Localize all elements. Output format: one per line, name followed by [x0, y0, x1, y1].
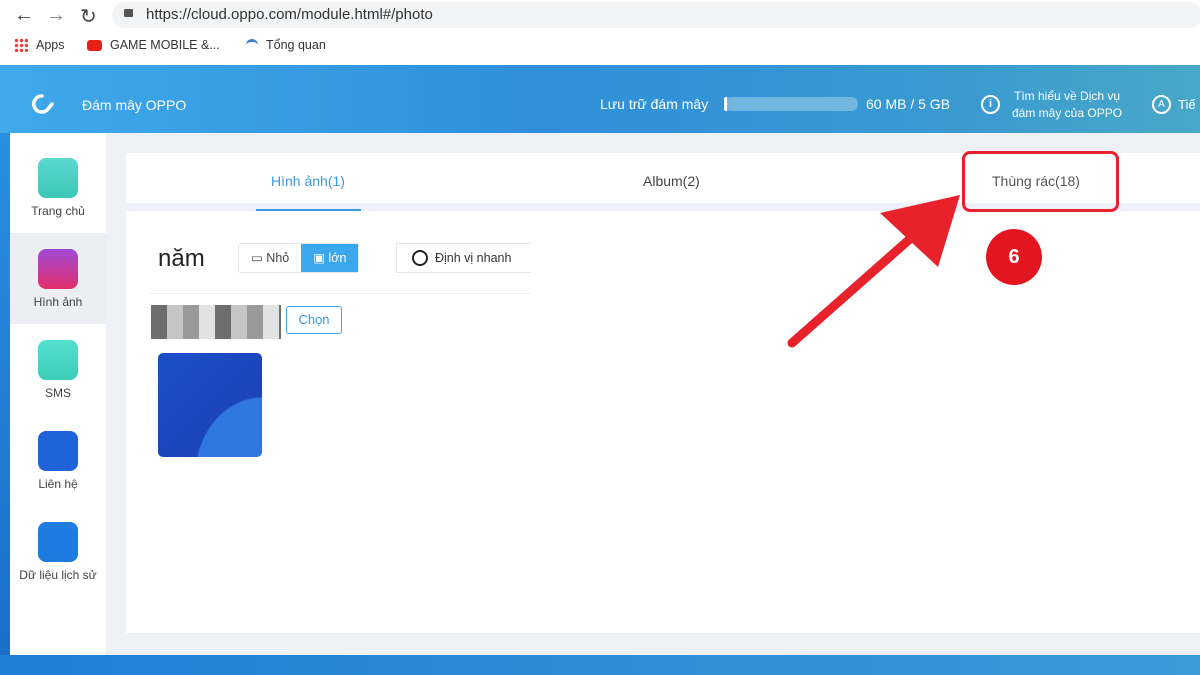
red-arrow [787, 195, 960, 348]
brand-name: Đám mây OPPO [82, 97, 187, 113]
learn-line-1: Tìm hiểu về Dịch vụ [1014, 89, 1121, 103]
apps-grid-icon [14, 38, 28, 52]
active-tab-indicator [256, 209, 361, 211]
learn-more-link[interactable]: Tìm hiểu về Dịch vụ đám mây của OPPO [1012, 88, 1122, 122]
sidebar-label: Dữ liệu lịch sử [19, 568, 97, 582]
trash-highlight-box [962, 151, 1119, 212]
bookmark-overview[interactable]: Tổng quan [246, 38, 326, 52]
sidebar-item-photos[interactable]: Hình ảnh [10, 233, 106, 324]
year-heading: năm [158, 245, 205, 272]
url-text: https://cloud.oppo.com/module.html#/phot… [146, 6, 433, 23]
learn-line-2: đám mây của OPPO [1012, 106, 1123, 120]
info-icon[interactable]: i [981, 95, 1000, 114]
small-view-button[interactable]: ▭ Nhỏ [239, 244, 301, 272]
app-header: Đám mây OPPO Lưu trữ đám mây 60 MB / 5 G… [0, 65, 1200, 133]
quick-label: Định vị nhanh [435, 251, 512, 265]
photo-thumbnail[interactable] [158, 353, 262, 457]
contacts-icon [38, 431, 78, 471]
step-badge: 6 [986, 229, 1042, 285]
divider [150, 293, 530, 294]
tab-photos[interactable]: Hình ảnh(1) [271, 173, 345, 189]
youtube-icon [87, 39, 102, 51]
oppo-cloud-logo [32, 94, 54, 114]
left-edge [0, 133, 10, 655]
storage-used: 60 MB / 5 GB [866, 96, 951, 112]
sidebar-label: Liên hệ [38, 477, 78, 491]
storage-bar [724, 97, 858, 111]
bottom-bar [0, 655, 1200, 675]
bookmark-game[interactable]: GAME MOBILE &... [87, 38, 220, 52]
pixelated-date [151, 305, 281, 339]
content-panel: Hình ảnh(1) Album(2) Thùng rác(18) năm ▭… [126, 153, 1200, 633]
bookmark-label: GAME MOBILE &... [110, 38, 220, 52]
view-size-toggle: ▭ Nhỏ ▣ lớn [238, 243, 360, 273]
sidebar-label: SMS [44, 386, 71, 400]
address-bar[interactable]: https://cloud.oppo.com/module.html#/phot… [112, 2, 1200, 28]
sidebar-label: Hình ảnh [33, 295, 83, 309]
site-icon [246, 39, 258, 51]
photos-icon [38, 249, 78, 289]
large-label: lớn [328, 251, 347, 265]
refresh-icon [38, 522, 78, 562]
home-icon [38, 158, 78, 198]
language-icon[interactable]: A [1152, 95, 1171, 114]
bookmark-apps[interactable]: Apps [14, 38, 65, 52]
back-icon[interactable]: ← [14, 4, 34, 27]
reload-icon[interactable]: ↻ [80, 4, 97, 29]
large-view-button[interactable]: ▣ lớn [301, 244, 359, 272]
forward-icon[interactable]: → [46, 4, 66, 27]
sidebar-item-home[interactable]: Trang chủ [10, 133, 106, 224]
select-button[interactable]: Chọn [286, 306, 342, 334]
quick-locate-button[interactable]: Định vị nhanh [396, 243, 531, 273]
storage-label: Lưu trữ đám mây [600, 96, 709, 112]
bookmark-label: Tổng quan [266, 38, 326, 52]
storage-bar-fill [724, 97, 729, 111]
sidebar-item-contacts[interactable]: Liên hệ [10, 406, 106, 497]
clock-icon [412, 250, 428, 266]
lock-icon [124, 9, 133, 17]
tab-album[interactable]: Album(2) [643, 173, 700, 189]
sidebar: Trang chủ Hình ảnh SMS Liên hệ Dữ liệu l… [10, 133, 106, 655]
bookmark-label: Apps [36, 38, 65, 52]
header-more-link[interactable]: Tiế [1178, 97, 1196, 112]
sidebar-label: Trang chủ [31, 204, 85, 218]
sidebar-item-sms[interactable]: SMS [10, 315, 106, 406]
small-label: Nhỏ [266, 251, 290, 265]
sms-icon [38, 340, 78, 380]
browser-chrome: ← → ↻ https://cloud.oppo.com/module.html… [0, 0, 1200, 65]
sidebar-item-history[interactable]: Dữ liệu lịch sử [10, 497, 106, 588]
